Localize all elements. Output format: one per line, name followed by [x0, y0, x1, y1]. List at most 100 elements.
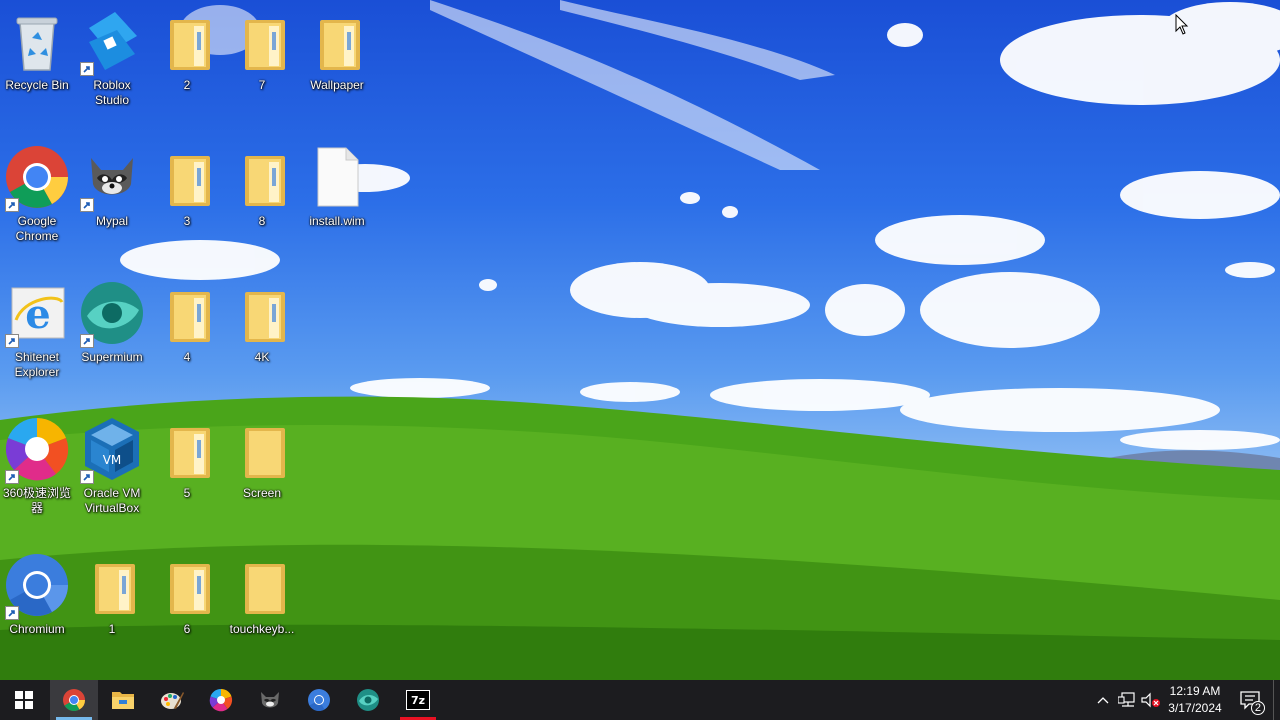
- clock-date: 3/17/2024: [1168, 701, 1222, 715]
- taskbar-app-paint[interactable]: [148, 680, 196, 720]
- desktop-icon-supermium[interactable]: Supermium: [76, 280, 148, 365]
- desktop-icon-folder-wallpaper[interactable]: Wallpaper: [301, 8, 373, 93]
- desktop-icon-folder-5[interactable]: 5: [151, 416, 223, 501]
- desktop-icon-360-browser[interactable]: 360极速浏览器: [1, 416, 73, 516]
- desktop-icon-label: 1: [108, 622, 116, 636]
- virtualbox-icon: VM: [79, 416, 145, 484]
- folder-icon: [229, 144, 295, 210]
- chrome-icon: [63, 689, 85, 711]
- desktop-icon-roblox-studio[interactable]: Roblox Studio: [76, 8, 148, 108]
- folder-icon: [229, 552, 295, 618]
- shortcut-arrow-icon: [80, 334, 94, 348]
- shortcut-arrow-icon: [5, 470, 19, 484]
- chromium-icon: [4, 552, 70, 620]
- taskbar-app-chrome[interactable]: [50, 680, 98, 720]
- network-icon: [1118, 692, 1135, 707]
- supermium-icon: [79, 280, 145, 348]
- folder-icon: [79, 552, 145, 618]
- shortcut-arrow-icon: [5, 606, 19, 620]
- file-icon: [304, 144, 370, 210]
- folder-icon: [229, 280, 295, 346]
- desktop-icon-install-wim[interactable]: install.wim: [301, 144, 373, 229]
- desktop-icon-label: 4: [183, 350, 191, 364]
- desktop-icon-label: Recycle Bin: [5, 78, 69, 92]
- taskbar-app-360-browser[interactable]: [197, 680, 245, 720]
- clock-time: 12:19 AM: [1169, 684, 1221, 698]
- recycle-bin-icon: [4, 8, 70, 74]
- 360-browser-icon: [4, 416, 70, 484]
- desktop-icon-folder-2[interactable]: 2: [151, 8, 223, 93]
- desktop-icon-label: 3: [183, 214, 191, 228]
- desktop-icon-folder-8[interactable]: 8: [226, 144, 298, 229]
- folder-icon: [304, 8, 370, 74]
- folder-icon: [229, 416, 295, 482]
- roblox-studio-icon: [79, 8, 145, 76]
- start-button[interactable]: [0, 680, 48, 720]
- shortcut-arrow-icon: [80, 198, 94, 212]
- show-desktop-button[interactable]: [1274, 680, 1280, 720]
- desktop-icon-folder-4[interactable]: 4: [151, 280, 223, 365]
- desktop-icon-chromium[interactable]: Chromium: [1, 552, 73, 637]
- shortcut-arrow-icon: [80, 62, 94, 76]
- desktop-icon-folder-7[interactable]: 7: [226, 8, 298, 93]
- network-tray-button[interactable]: [1114, 680, 1140, 720]
- desktop-icon-label: Supermium: [81, 350, 143, 364]
- desktop-icon-label: 360极速浏览器: [2, 486, 72, 515]
- chevron-up-icon: [1097, 697, 1109, 704]
- desktop-icon-label: 2: [183, 78, 191, 92]
- 7zip-icon-text: 7z: [410, 693, 426, 707]
- desktop-icon-label: Screen: [242, 486, 282, 500]
- supermium-icon: [357, 689, 379, 711]
- file-explorer-icon: [112, 692, 134, 709]
- desktop-icon-label: 8: [258, 214, 266, 228]
- mypal-icon: [261, 692, 279, 708]
- desktop-icon-folder-screen[interactable]: Screen: [226, 416, 298, 501]
- show-hidden-icons-button[interactable]: [1090, 680, 1116, 720]
- chromium-icon: [308, 689, 330, 711]
- system-clock[interactable]: 12:19 AM 3/17/2024: [1160, 683, 1230, 717]
- folder-icon: [154, 144, 220, 210]
- internet-explorer-icon: e: [4, 280, 70, 348]
- taskbar-app-file-explorer[interactable]: [99, 680, 147, 720]
- windows-logo-icon: [15, 691, 33, 709]
- desktop-icon-mypal[interactable]: Mypal: [76, 144, 148, 229]
- desktop-icon-label: 7: [258, 78, 266, 92]
- desktop-icon-label: Google Chrome: [15, 214, 59, 243]
- desktop-icon-label: Wallpaper: [310, 78, 364, 92]
- svg-text:VM: VM: [103, 453, 122, 467]
- desktop-icon-label: Roblox Studio: [93, 78, 131, 107]
- desktop-icon-folder-6[interactable]: 6: [151, 552, 223, 637]
- desktop-icon-virtualbox[interactable]: VM Oracle VM VirtualBox: [76, 416, 148, 516]
- desktop-icon-label: Oracle VM VirtualBox: [83, 486, 141, 515]
- desktop-icon-folder-touchkeyboard[interactable]: touchkeyb...: [226, 552, 298, 637]
- desktop-icon-label: Chromium: [9, 622, 65, 636]
- taskbar: 7z 12:19 AM 3/17/2024 2: [0, 680, 1280, 720]
- folder-icon: [154, 280, 220, 346]
- notification-count-badge: 2: [1250, 701, 1265, 715]
- taskbar-app-supermium[interactable]: [344, 680, 392, 720]
- desktop-icon-label: install.wim: [309, 214, 365, 228]
- mouse-cursor-icon: [1175, 14, 1189, 35]
- action-center-button[interactable]: 2: [1232, 680, 1268, 720]
- desktop-icon-label: Mypal: [95, 214, 128, 228]
- folder-icon: [229, 8, 295, 74]
- 7zip-icon: 7z: [406, 690, 430, 710]
- desktop-icon-label: Shitenet Explorer: [14, 350, 60, 379]
- folder-icon: [154, 552, 220, 618]
- desktop-icon-label: touchkeyb...: [229, 622, 295, 636]
- shortcut-arrow-icon: [5, 198, 19, 212]
- taskbar-app-7zip[interactable]: 7z: [394, 680, 442, 720]
- mypal-icon: [79, 144, 145, 212]
- desktop-icon-google-chrome[interactable]: Google Chrome: [1, 144, 73, 244]
- desktop-icon-folder-4k[interactable]: 4K: [226, 280, 298, 365]
- paint-icon: [161, 692, 184, 709]
- shortcut-arrow-icon: [80, 470, 94, 484]
- desktop-icon-shitenet-explorer[interactable]: e Shitenet Explorer: [1, 280, 73, 380]
- volume-muted-icon: [1141, 692, 1160, 708]
- taskbar-app-chromium[interactable]: [295, 680, 343, 720]
- taskbar-app-mypal[interactable]: [246, 680, 294, 720]
- desktop-icon-folder-3[interactable]: 3: [151, 144, 223, 229]
- desktop-icon-label: 6: [183, 622, 191, 636]
- desktop-icon-folder-1[interactable]: 1: [76, 552, 148, 637]
- desktop-icon-recycle-bin[interactable]: Recycle Bin: [1, 8, 73, 93]
